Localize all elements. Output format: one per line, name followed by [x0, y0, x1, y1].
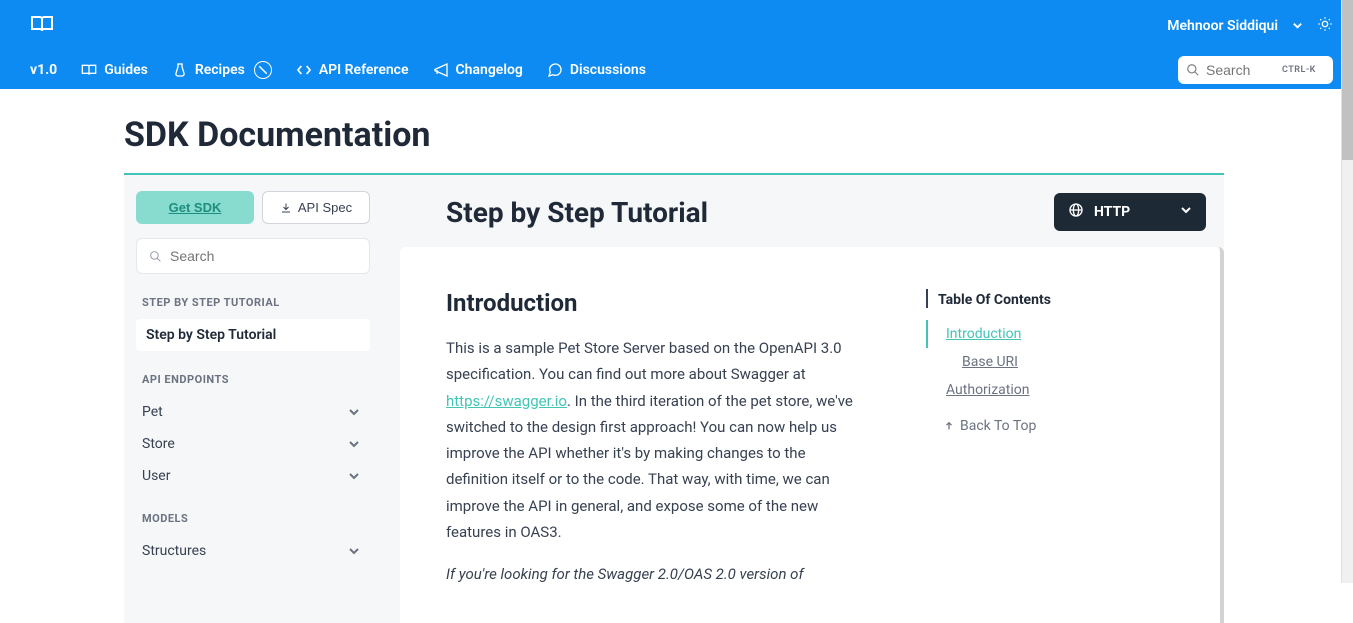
nav-guides-label: Guides	[104, 62, 148, 78]
topbar-left	[30, 12, 54, 40]
user-name[interactable]: Mehnoor Siddiqui	[1167, 18, 1278, 34]
topbar: Mehnoor Siddiqui	[0, 0, 1353, 51]
nav-recipes[interactable]: Recipes	[172, 61, 272, 79]
scrollbar[interactable]	[1341, 0, 1353, 583]
sidebar-item-user[interactable]: User	[136, 460, 370, 492]
article: Introduction This is a sample Pet Store …	[446, 289, 866, 603]
http-dropdown[interactable]: HTTP	[1054, 193, 1206, 231]
nav-api-reference[interactable]: API Reference	[296, 62, 409, 78]
sidebar: Get SDK API Spec STEP BY STEP TUTORIAL S…	[124, 175, 382, 623]
toc-item-introduction[interactable]: Introduction	[926, 320, 1094, 348]
search-hint: CTRL-K	[1282, 65, 1316, 75]
get-sdk-button[interactable]: Get SDK	[136, 191, 254, 224]
http-dropdown-label: HTTP	[1094, 204, 1130, 220]
sidebar-item-structures[interactable]: Structures	[136, 535, 370, 567]
nav-changelog-label: Changelog	[456, 62, 523, 78]
theme-toggle-icon[interactable]	[1317, 16, 1333, 36]
scrollbar-thumb[interactable]	[1342, 0, 1353, 160]
sidebar-item-label: Pet	[142, 404, 163, 420]
sidebar-item-tutorial[interactable]: Step by Step Tutorial	[136, 319, 370, 351]
sidebar-section-title: MODELS	[136, 512, 370, 535]
intro-heading: Introduction	[446, 289, 866, 317]
globe-icon	[1068, 202, 1084, 222]
api-spec-label: API Spec	[298, 200, 352, 215]
content-header: Step by Step Tutorial HTTP	[400, 193, 1224, 247]
sidebar-section-title: STEP BY STEP TUTORIAL	[136, 296, 370, 319]
content-column: Step by Step Tutorial HTTP Introduction …	[382, 175, 1224, 623]
chevron-down-icon	[1180, 204, 1192, 220]
page-title: SDK Documentation	[124, 89, 1353, 173]
sidebar-search[interactable]	[136, 238, 370, 274]
toc-title: Table Of Contents	[938, 292, 1051, 308]
toc-item-base-uri[interactable]: Base URI	[926, 348, 1094, 376]
nav-left: v1.0 Guides Recipes API Reference Change…	[30, 61, 646, 79]
global-search-input[interactable]	[1206, 62, 1276, 78]
api-spec-button[interactable]: API Spec	[262, 191, 370, 224]
content-title: Step by Step Tutorial	[446, 196, 708, 229]
swagger-link[interactable]: https://swagger.io	[446, 392, 567, 410]
nav-guides[interactable]: Guides	[81, 62, 148, 78]
sidebar-item-label: Structures	[142, 543, 206, 559]
sidebar-section-title: API ENDPOINTS	[136, 373, 370, 396]
nav-discussions-label: Discussions	[570, 62, 646, 78]
sidebar-item-pet[interactable]: Pet	[136, 396, 370, 428]
nav-changelog[interactable]: Changelog	[433, 62, 523, 78]
nav-discussions[interactable]: Discussions	[547, 62, 646, 78]
table-of-contents: Table Of Contents Introduction Base URI …	[926, 289, 1094, 603]
global-search[interactable]: CTRL-K	[1178, 56, 1333, 84]
user-menu-chevron-icon[interactable]	[1292, 16, 1303, 35]
nav-api-reference-label: API Reference	[319, 62, 409, 78]
navbar: v1.0 Guides Recipes API Reference Change…	[0, 51, 1353, 89]
nav-recipes-label: Recipes	[195, 62, 245, 78]
sidebar-buttons: Get SDK API Spec	[136, 191, 370, 224]
back-to-top[interactable]: Back To Top	[926, 404, 1094, 434]
sidebar-item-label: User	[142, 468, 170, 484]
intro-paragraph-2: If you're looking for the Swagger 2.0/OA…	[446, 561, 866, 587]
intro-paragraph-1: This is a sample Pet Store Server based …	[446, 335, 866, 545]
topbar-right: Mehnoor Siddiqui	[1167, 16, 1333, 36]
toc-item-authorization[interactable]: Authorization	[926, 376, 1094, 404]
back-to-top-label: Back To Top	[960, 418, 1036, 434]
sidebar-search-input[interactable]	[170, 248, 357, 264]
logo-icon[interactable]	[30, 12, 54, 40]
content-wrap: Get SDK API Spec STEP BY STEP TUTORIAL S…	[124, 175, 1224, 623]
content-body: Introduction This is a sample Pet Store …	[400, 247, 1224, 623]
sidebar-item-label: Store	[142, 436, 175, 452]
recipes-badge-icon	[254, 61, 272, 79]
version-label[interactable]: v1.0	[30, 62, 57, 78]
toc-title-wrap: Table Of Contents	[926, 289, 1094, 308]
sidebar-item-store[interactable]: Store	[136, 428, 370, 460]
